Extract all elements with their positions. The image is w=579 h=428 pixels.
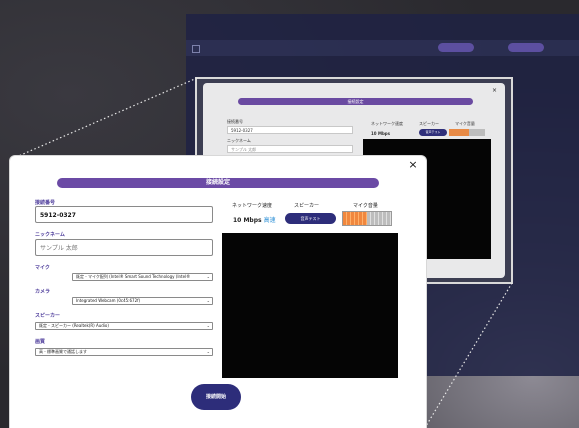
quality-label: 画質: [35, 339, 46, 345]
chevron-down-icon: ⌄: [206, 274, 210, 279]
dialog-title: 接続設定: [57, 178, 379, 188]
nickname-label: ニックネーム: [35, 232, 65, 238]
mic-level-remaining: [367, 212, 391, 225]
zoom-dialog-title: 接続設定: [238, 98, 473, 105]
zoom-mic-label: マイク音量: [455, 121, 475, 126]
zoom-network-label: ネットワーク速度: [371, 121, 403, 126]
connection-settings-dialog: × 接続設定 接続番号 5912-0327 ニックネーム サンプル 太郎 マイク…: [10, 156, 426, 428]
zoom-field1-label: 接続番号: [227, 119, 243, 124]
camera-select-value: Integrated Webcam (0c45:672f): [76, 298, 141, 303]
speaker-select-value: 既定 - スピーカー (Realtek(R) Audio): [39, 323, 109, 328]
camera-select[interactable]: Integrated Webcam (0c45:672f) ⌄: [72, 297, 213, 305]
zoom-close-icon: ×: [491, 87, 497, 94]
quality-select[interactable]: 高 - 標準画質で通話します ⌄: [35, 348, 213, 356]
mic-level-label: マイク音量: [353, 203, 378, 209]
chevron-down-icon: ⌄: [206, 349, 210, 354]
mic-select-value: 既定 - マイク配列 (Intel® Smart Sound Technolog…: [76, 274, 191, 279]
camera-label: カメラ: [35, 289, 51, 295]
close-icon[interactable]: ×: [407, 159, 419, 171]
background-app-icon: [192, 45, 200, 53]
zoom-field2: サンプル 太郎: [227, 145, 353, 153]
mic-label: マイク: [35, 265, 50, 271]
speaker-test-button[interactable]: 音声テスト: [285, 213, 336, 224]
zoom-speaker-button: 音声テスト: [419, 129, 447, 136]
quality-select-value: 高 - 標準画質で通話します: [39, 349, 87, 354]
zoom-speaker-label: スピーカー: [419, 121, 439, 126]
zoom-field1: 5912-0327: [227, 126, 353, 134]
zoom-mic-meter: [449, 129, 485, 136]
speaker-label: スピーカー: [35, 313, 61, 319]
zoom-field2-label: ニックネーム: [227, 138, 251, 143]
connection-number-field[interactable]: 5912-0327: [35, 206, 213, 223]
mic-level-meter: [342, 211, 392, 226]
background-app-button-1: [438, 43, 474, 52]
background-app-button-2: [508, 43, 544, 52]
network-speed-value: 10 Mbps 高速: [233, 215, 276, 224]
speaker-test-label: スピーカー: [294, 203, 320, 209]
mic-level-fill: [343, 212, 367, 225]
network-speed-status: 高速: [263, 217, 276, 224]
nickname-input[interactable]: サンプル 太郎: [35, 239, 213, 256]
connection-number-label: 接続番号: [35, 200, 56, 206]
speaker-select[interactable]: 既定 - スピーカー (Realtek(R) Audio) ⌄: [35, 322, 213, 330]
camera-preview: [222, 233, 398, 378]
chevron-down-icon: ⌄: [206, 323, 210, 328]
network-speed-mbps: 10 Mbps: [233, 217, 262, 224]
network-speed-label: ネットワーク速度: [232, 203, 273, 209]
start-connection-button[interactable]: 接続開始: [191, 384, 241, 410]
zoom-network-value: 10 Mbps: [371, 131, 391, 136]
mic-select[interactable]: 既定 - マイク配列 (Intel® Smart Sound Technolog…: [72, 273, 213, 281]
chevron-down-icon: ⌄: [206, 298, 210, 303]
